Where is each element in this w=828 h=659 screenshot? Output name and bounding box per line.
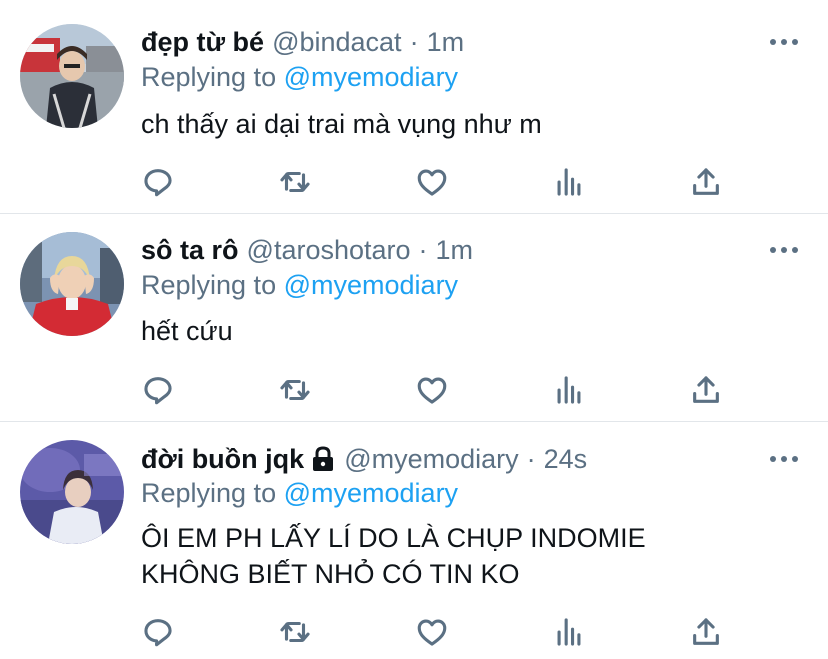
display-name[interactable]: sô ta rô (141, 232, 239, 268)
reply-button[interactable] (138, 162, 178, 202)
more-icon[interactable] (770, 245, 798, 255)
reply-icon (144, 619, 172, 647)
user-handle[interactable]: @myemodiary (344, 441, 518, 477)
more-icon[interactable] (770, 454, 798, 464)
tweet-text: ÔI EM PH LẤY LÍ DO LÀ CHỤP INDOMIE KHÔNG… (141, 520, 646, 592)
timestamp[interactable]: 1m (436, 232, 474, 268)
avatar[interactable] (20, 24, 124, 128)
replying-prefix: Replying to (141, 270, 277, 300)
heart-icon (417, 377, 447, 404)
display-name[interactable]: đẹp từ bé (141, 24, 264, 60)
tweet-text-line: ÔI EM PH LẤY LÍ DO LÀ CHỤP INDOMIE (141, 523, 646, 553)
tweet-text: ch thấy ai dại trai mà vụng như m (141, 106, 542, 142)
retweet-button[interactable] (275, 612, 315, 652)
more-icon[interactable] (770, 37, 798, 47)
tweet-text-line: ch thấy ai dại trai mà vụng như m (141, 109, 542, 139)
tweet-text: hết cứu (141, 313, 233, 349)
action-bar (0, 370, 828, 410)
separator-dot: · (526, 444, 536, 474)
analytics-button[interactable] (549, 612, 589, 652)
retweet-icon (280, 171, 310, 193)
share-button[interactable] (686, 370, 726, 410)
tweet-header: sô ta rô @taroshotaro · 1m (141, 232, 473, 268)
user-handle[interactable]: @taroshotaro (247, 232, 411, 268)
replying-to: Replying to @myemodiary (141, 59, 458, 95)
user-handle[interactable]: @bindacat (272, 24, 402, 60)
separator-dot: · (418, 235, 428, 265)
heart-icon (417, 619, 447, 646)
like-button[interactable] (412, 162, 452, 202)
share-icon (693, 376, 719, 403)
retweet-button[interactable] (275, 162, 315, 202)
like-button[interactable] (412, 370, 452, 410)
timestamp[interactable]: 1m (427, 24, 465, 60)
lock-icon (310, 445, 336, 473)
replying-to: Replying to @myemodiary (141, 267, 458, 303)
timestamp[interactable]: 24s (544, 441, 588, 477)
mention-link[interactable]: @myemodiary (284, 478, 458, 508)
like-button[interactable] (412, 612, 452, 652)
reply-button[interactable] (138, 370, 178, 410)
tweet-header: đẹp từ bé @bindacat · 1m (141, 24, 464, 60)
analytics-icon (557, 376, 581, 404)
replying-to: Replying to @myemodiary (141, 475, 458, 511)
avatar[interactable] (20, 440, 124, 544)
action-bar (0, 162, 828, 202)
display-name[interactable]: đời buồn jqk (141, 441, 304, 477)
share-icon (693, 168, 719, 195)
analytics-icon (557, 168, 581, 196)
share-icon (693, 618, 719, 645)
analytics-button[interactable] (549, 162, 589, 202)
retweet-button[interactable] (275, 370, 315, 410)
tweet-text-line: KHÔNG BIẾT NHỎ CÓ TIN KO (141, 559, 520, 589)
action-bar (0, 612, 828, 652)
share-button[interactable] (686, 162, 726, 202)
reply-icon (144, 377, 172, 405)
replying-prefix: Replying to (141, 62, 277, 92)
reply-tweet[interactable]: đời buồn jqk @myemodiary · 24s Replying … (0, 422, 828, 659)
share-button[interactable] (686, 612, 726, 652)
mention-link[interactable]: @myemodiary (284, 270, 458, 300)
analytics-icon (557, 618, 581, 646)
retweet-icon (280, 379, 310, 401)
tweet-header: đời buồn jqk @myemodiary · 24s (141, 441, 587, 477)
reply-button[interactable] (138, 612, 178, 652)
reply-tweet[interactable]: sô ta rô @taroshotaro · 1m Replying to @… (0, 214, 828, 422)
analytics-button[interactable] (549, 370, 589, 410)
separator-dot: · (409, 27, 419, 57)
reply-icon (144, 169, 172, 197)
retweet-icon (280, 621, 310, 643)
heart-icon (417, 169, 447, 196)
tweet-text-line: hết cứu (141, 316, 233, 346)
reply-tweet[interactable]: đẹp từ bé @bindacat · 1m Replying to @my… (0, 0, 828, 214)
avatar[interactable] (20, 232, 124, 336)
replying-prefix: Replying to (141, 478, 277, 508)
mention-link[interactable]: @myemodiary (284, 62, 458, 92)
